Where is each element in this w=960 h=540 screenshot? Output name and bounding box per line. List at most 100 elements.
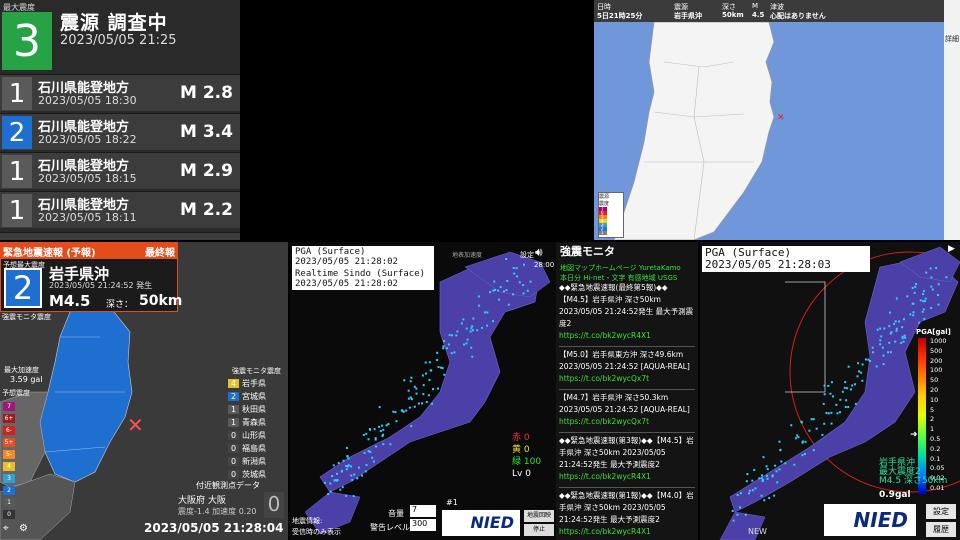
station-dot <box>762 456 765 459</box>
station-dot <box>515 267 518 270</box>
quake-row[interactable]: 1 石川県能登地方 2023/05/05 18:30 M 2.8 <box>0 74 240 111</box>
next-arrow-icon[interactable]: ▶ <box>948 244 955 254</box>
new-label: NEW <box>748 527 767 536</box>
station-dot <box>353 473 356 476</box>
monitor-pref: 茨城県 <box>242 469 266 479</box>
station-dot <box>402 410 405 413</box>
feed-item[interactable]: ◆◆緊急地震速報(第3報)◆◆【M4.5】岩 手県沖 深さ50km 2023/05… <box>559 435 695 483</box>
station-dot <box>761 479 764 482</box>
quake-row[interactable]: 2 石川県能登地方 2023/05/05 18:22 M 3.4 <box>0 113 240 150</box>
feed-url[interactable]: https://t.co/bk2wycR4X1 <box>559 330 695 342</box>
pga-legend-title: PGA[gal] <box>916 328 951 336</box>
monitor-row: 4 岩手県 <box>228 377 266 389</box>
eew-intensity-badge: 2 <box>4 268 42 308</box>
alert-label: 警告レベル <box>370 523 410 532</box>
scale-item: 0 <box>3 510 15 519</box>
feed-body: 手県沖 深さ50km 2023/05/05 21:24:52発生 最大予測震度2 <box>559 448 666 469</box>
gear-icon[interactable]: ⚙ <box>19 523 28 534</box>
station-dot <box>337 462 340 465</box>
station-dot <box>442 347 445 350</box>
station-dot <box>408 406 411 409</box>
station-dot <box>775 470 778 473</box>
station-dot <box>493 280 496 283</box>
monitor-intensity: 1 <box>228 404 239 414</box>
feed-item[interactable]: 【M4.7】岩手県沖 深さ50.3km 2023/05/05 21:24:52 [… <box>559 392 695 428</box>
station-dot <box>365 432 368 435</box>
station-dot <box>387 423 390 426</box>
monitor-intensity: 4 <box>228 378 239 388</box>
pga-label: PGA (Surface) 2023/05/05 21:28:02 <box>292 246 434 268</box>
monitor-label: 強震モニタ震度 <box>232 367 281 375</box>
station-dot <box>821 433 824 436</box>
detail-side[interactable]: 詳細 <box>944 0 960 240</box>
map-button[interactable]: 地震回映 <box>524 510 554 522</box>
station-dot <box>748 492 751 495</box>
station-dot <box>345 465 348 468</box>
station-dot <box>760 494 763 497</box>
pga-legend-value: 10 <box>930 395 939 404</box>
monitor-row: 0 茨城県 <box>228 468 266 480</box>
station-dot <box>403 379 406 382</box>
feed-url[interactable]: https://t.co/bk2wycR4X1 <box>559 526 695 538</box>
history-button[interactable]: 履歴 <box>926 522 956 537</box>
station-dot <box>364 470 367 473</box>
station-dot <box>774 464 777 467</box>
settings-button[interactable]: 設定 <box>926 504 956 519</box>
feed-url[interactable]: https://t.co/bk2wycQx7t <box>559 416 695 428</box>
station-dot <box>835 403 838 406</box>
station-dot <box>829 392 832 395</box>
station-dot <box>778 440 781 443</box>
locate-icon[interactable]: ⌖ <box>3 523 9 534</box>
quake-row[interactable]: 1 石川県能登地方 2023/05/05 18:15 M 2.9 <box>0 152 240 189</box>
value-depth: 50km <box>722 11 744 19</box>
value-source: 岩手県沖 <box>674 12 702 20</box>
station-dot <box>923 300 926 303</box>
speaker-icon[interactable]: 🔊︎ <box>535 245 543 260</box>
station-dot <box>803 452 806 455</box>
feed-item[interactable]: ◆◆緊急地震速報(最終第5報)◆◆ 【M4.5】岩手県沖 深さ50km 2023/… <box>559 282 695 342</box>
quake-row[interactable]: 1 石川県能登地方 2023/05/05 18:11 M 2.2 <box>0 191 240 228</box>
max-accel-label: 最大加速度 <box>4 366 39 374</box>
volume-label: 音量 <box>388 509 404 518</box>
volume-select[interactable]: 7 <box>410 505 436 517</box>
pga-time: 2023/05/05 21:28:02 <box>295 257 398 267</box>
station-dot <box>327 493 330 496</box>
info-sub: 受信時のみ表示 <box>292 528 341 536</box>
station-dot <box>485 324 488 327</box>
feed-url[interactable]: https://t.co/bk2wycQx7t <box>559 373 695 385</box>
quake-magnitude: M 3.4 <box>180 122 233 142</box>
station-dot <box>382 443 385 446</box>
station-dot <box>410 398 413 401</box>
station-dot <box>331 475 334 478</box>
source-title: 震源 調査中 <box>60 12 168 34</box>
station-dot <box>771 474 774 477</box>
stop-button[interactable]: 停止 <box>524 524 554 536</box>
station-dot <box>851 384 854 387</box>
tohoku-map[interactable]: ✕ 震源 震度 7654321 <box>594 22 944 240</box>
station-dot <box>921 310 924 313</box>
feed-item[interactable]: ◆◆緊急地震速報(第1報)◆◆【M4.0】岩 手県沖 深さ50km 2023/05… <box>559 490 695 538</box>
station-dot <box>937 283 940 286</box>
quake-time: 2023/05/05 18:15 <box>38 172 137 185</box>
station-dot <box>363 451 366 454</box>
sindo-label: Realtime Sindo (Surface) 2023/05/05 21:2… <box>292 268 434 290</box>
settings-link[interactable]: 設定 <box>520 250 534 260</box>
station-dot <box>845 399 848 402</box>
feed-url[interactable]: https://t.co/bk2wycR4X1 <box>559 471 695 483</box>
alert-select[interactable]: 300 <box>410 519 436 531</box>
station-dot <box>413 385 416 388</box>
station-dot <box>340 469 343 472</box>
station-dot <box>323 481 326 484</box>
pga-legend-value: 50 <box>930 376 939 385</box>
monitor-pref: 山形県 <box>242 430 266 440</box>
station-dot <box>754 487 757 490</box>
station-dot <box>784 462 787 465</box>
station-dot <box>413 405 416 408</box>
monitor-row: 0 新潟県 <box>228 455 266 467</box>
station-dot <box>465 342 468 345</box>
station-dot <box>740 492 743 495</box>
feed-item[interactable]: 【M5.0】岩手県東方沖 深さ49.6km 2023/05/05 21:24:52… <box>559 349 695 385</box>
station-dot <box>937 294 940 297</box>
scale-item: 6- <box>3 426 15 435</box>
station-dot <box>880 335 883 338</box>
